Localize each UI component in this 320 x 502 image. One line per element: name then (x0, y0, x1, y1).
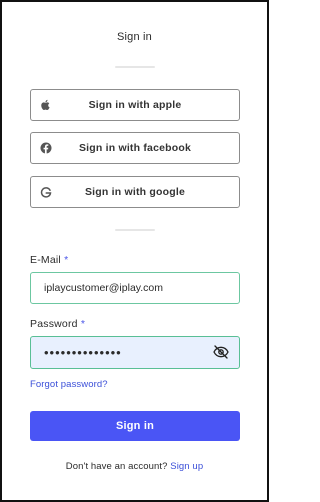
eye-slash-icon[interactable] (213, 345, 229, 359)
sign-in-button[interactable]: Sign in (30, 411, 240, 441)
sign-in-apple-label: Sign in with apple (88, 99, 182, 111)
sign-in-facebook-label: Sign in with facebook (78, 142, 192, 154)
required-marker: * (80, 318, 86, 330)
required-marker: * (64, 254, 69, 266)
email-label: E-Mail * (30, 254, 68, 266)
email-field[interactable] (30, 272, 240, 304)
divider (115, 66, 155, 68)
sign-in-facebook-button[interactable]: Sign in with facebook (30, 132, 240, 164)
sign-up-link[interactable]: Sign up (170, 461, 203, 472)
email-label-text: E-Mail (30, 254, 61, 266)
password-label: Password * (30, 318, 85, 330)
page-title: Sign in (116, 31, 153, 43)
divider (115, 229, 155, 231)
password-label-text: Password (30, 318, 78, 330)
signup-prompt: Don't have an account? Sign up (0, 461, 269, 472)
signup-prompt-text: Don't have an account? (65, 461, 168, 472)
sign-in-google-button[interactable]: Sign in with google (30, 176, 240, 208)
sign-in-apple-button[interactable]: Sign in with apple (30, 89, 240, 121)
forgot-password-link[interactable]: Forgot password? (30, 379, 108, 390)
sign-in-google-label: Sign in with google (84, 186, 186, 198)
password-field[interactable] (30, 336, 240, 369)
